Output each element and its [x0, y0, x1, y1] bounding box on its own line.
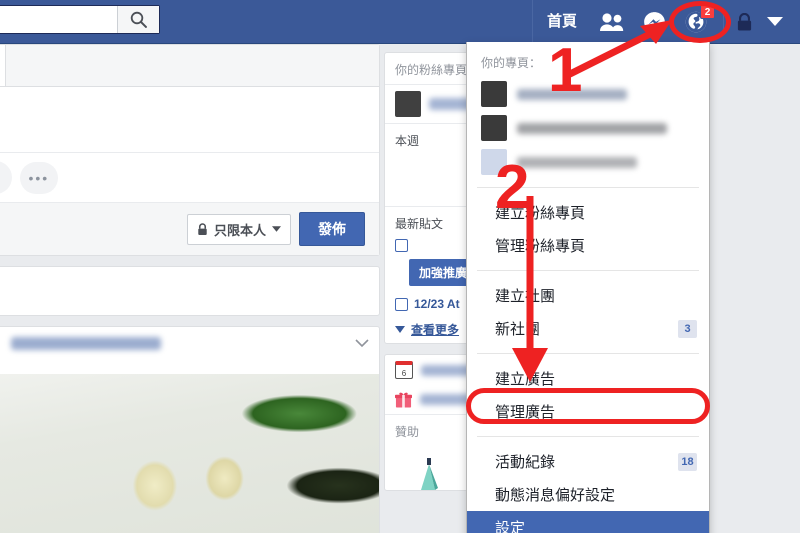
composer-footer: 只限本人 發佈: [0, 202, 379, 255]
dropdown-page-name: [517, 156, 637, 168]
post-author-name[interactable]: [11, 337, 161, 350]
privacy-lock-icon: [737, 12, 751, 31]
nav-messages-button[interactable]: [633, 0, 675, 44]
dropdown-item-label: 建立社團: [495, 288, 556, 305]
dropdown-item-create-ad[interactable]: 建立廣告: [467, 362, 709, 395]
dropdown-item-label: 活動紀錄: [495, 454, 556, 471]
chevron-down-icon: [767, 17, 783, 26]
dropdown-page-item[interactable]: [467, 77, 709, 111]
dropdown-item-manage-ads[interactable]: 管理廣告: [467, 395, 709, 428]
dropdown-item-badge: 18: [678, 452, 697, 471]
nav-privacy-shortcuts-button[interactable]: [730, 0, 758, 44]
dropdown-page-item[interactable]: [467, 111, 709, 145]
dropdown-item-new-groups[interactable]: 新社團 3: [467, 312, 709, 345]
popular-feed-promo[interactable]: 到人氣動態: [0, 266, 380, 316]
post-meta: gram ·: [0, 352, 367, 366]
dropdown-page-name: [517, 122, 667, 134]
facebook-top-navbar: 首頁 2: [0, 0, 800, 44]
tab-filler: [5, 45, 379, 86]
page-avatar: [481, 81, 507, 107]
search-input[interactable]: [0, 6, 117, 33]
news-feed-column: 相簿 / 影片專輯 麼？ 感受 / 活動 •••: [0, 44, 380, 533]
dropdown-item-label: 管理廣告: [495, 404, 556, 421]
dropdown-divider: [477, 270, 699, 271]
lock-icon: [198, 222, 207, 235]
calendar-icon: 6: [395, 361, 413, 379]
post-options-button[interactable]: [355, 335, 369, 353]
dropdown-item-label: 動態消息偏好設定: [495, 487, 616, 504]
composer-tabs: 相簿 / 影片專輯: [0, 45, 379, 87]
dropdown-item-manage-pages[interactable]: 管理粉絲專頁: [467, 229, 709, 262]
nav-friend-requests-button[interactable]: [591, 0, 633, 44]
account-dropdown-menu: 你的專頁： 建立粉絲專頁 管理粉絲專頁 建立社團 新社團 3 建立廣告 管理廣告…: [466, 42, 710, 533]
post-date-label: 12/23 At: [414, 297, 460, 311]
composer-card: 相簿 / 影片專輯 麼？ 感受 / 活動 •••: [0, 44, 380, 256]
see-more-label: 查看更多: [411, 323, 460, 337]
ellipsis-icon: •••: [28, 169, 50, 186]
page-avatar: [395, 91, 421, 117]
chevron-down-icon: [355, 339, 369, 348]
feed-post: gram ·: [0, 326, 380, 533]
dropdown-item-activity-log[interactable]: 活動紀錄 18: [467, 445, 709, 478]
compose-icon: [395, 239, 408, 252]
search-box[interactable]: [0, 5, 160, 34]
dropdown-divider: [477, 436, 699, 437]
privacy-selector-label: 只限本人: [213, 222, 266, 238]
nav-notifications-button[interactable]: 2: [675, 0, 717, 44]
dropdown-item-label: 設定: [495, 520, 526, 533]
chevron-down-icon: [395, 326, 405, 333]
post-button[interactable]: 發佈: [299, 212, 365, 246]
account-menu-chevron-button[interactable]: [758, 0, 792, 44]
compose-icon: [395, 297, 408, 311]
composer-more-button[interactable]: •••: [19, 161, 58, 194]
chevron-down-icon: [272, 226, 281, 232]
post-photo[interactable]: [0, 374, 379, 533]
sponsored-image: [421, 458, 438, 490]
feeling-activity-button[interactable]: 感受 / 活動: [0, 161, 12, 194]
dropdown-item-label: 建立廣告: [495, 371, 556, 388]
messenger-icon: [643, 11, 665, 33]
gift-icon: [395, 392, 412, 408]
dropdown-item-settings[interactable]: 設定: [467, 511, 709, 533]
dropdown-divider: [477, 353, 699, 354]
dropdown-item-badge: 3: [678, 319, 697, 338]
notifications-badge: 2: [700, 4, 715, 19]
dropdown-item-label: 新社團: [495, 321, 541, 338]
composer-placeholder[interactable]: 麼？: [0, 87, 379, 152]
annotation-step-2-number: 2: [495, 153, 530, 222]
composer-action-row: 感受 / 活動 •••: [0, 152, 379, 202]
page-avatar: [481, 115, 507, 141]
dropdown-item-create-group[interactable]: 建立社團: [467, 279, 709, 312]
dropdown-item-newsfeed-preferences[interactable]: 動態消息偏好設定: [467, 478, 709, 511]
dropdown-item-label: 管理粉絲專頁: [495, 238, 586, 255]
friends-icon: [600, 13, 624, 31]
privacy-selector-button[interactable]: 只限本人: [186, 213, 291, 245]
post-header: gram ·: [0, 327, 379, 374]
search-button[interactable]: [117, 6, 159, 33]
annotation-step-1-number: 1: [548, 36, 583, 105]
search-icon: [130, 11, 147, 28]
dropdown-pages-header: 你的專頁：: [481, 56, 542, 70]
navbar-divider: [723, 10, 724, 34]
